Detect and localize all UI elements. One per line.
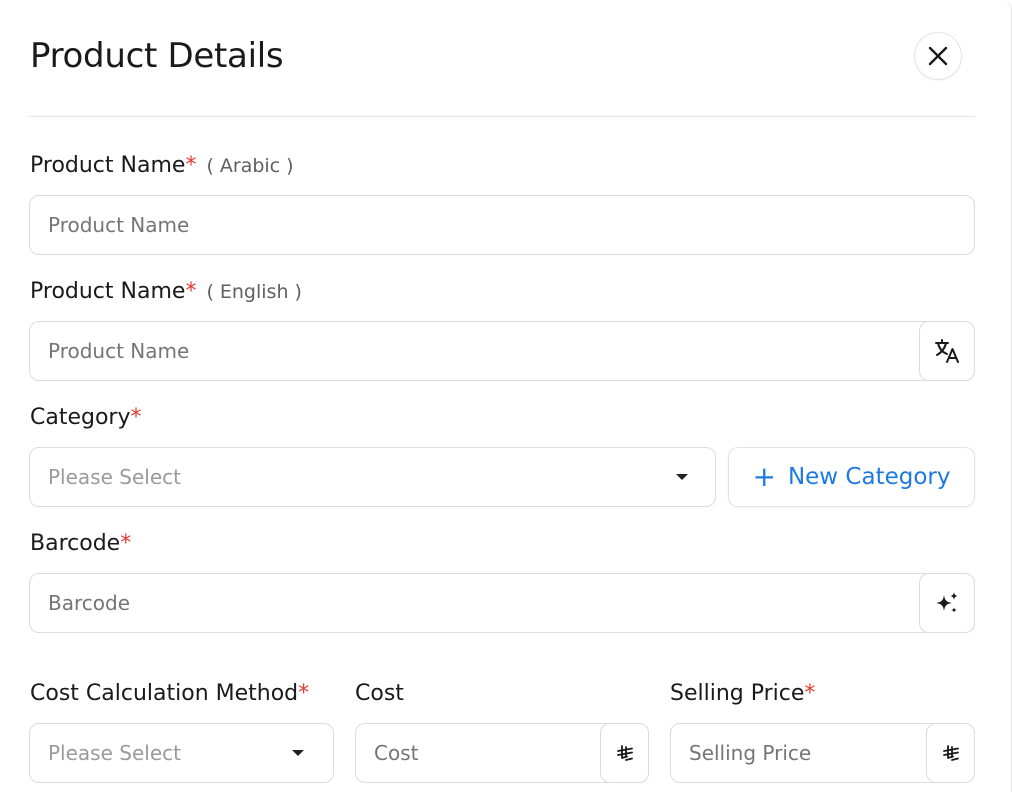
translate-icon (935, 339, 959, 363)
product-name-english-input[interactable]: Product Name (29, 321, 975, 381)
cost-input[interactable]: Cost (355, 723, 649, 783)
barcode-label: Barcode* (30, 531, 132, 556)
chevron-down-icon (292, 750, 304, 756)
translate-button[interactable] (919, 321, 975, 381)
selling-price-label: Selling Price* (670, 681, 816, 706)
selling-price-currency-suffix (926, 723, 975, 783)
product-details-panel: Product Details Product Name*( Arabic ) … (0, 0, 1012, 792)
page-title: Product Details (30, 36, 284, 76)
plus-icon: + (752, 460, 776, 493)
category-label: Category* (30, 405, 142, 430)
category-select[interactable]: Please Select (29, 447, 716, 507)
cost-currency-suffix (600, 723, 649, 783)
product-name-arabic-label: Product Name*( Arabic ) (30, 153, 294, 178)
close-icon (928, 46, 948, 66)
product-name-english-label: Product Name*( English ) (30, 279, 302, 304)
riyal-icon (616, 745, 633, 761)
cost-method-select[interactable]: Please Select (29, 723, 334, 783)
new-category-button[interactable]: + New Category (728, 447, 975, 507)
close-button[interactable] (914, 32, 962, 80)
riyal-icon (942, 745, 959, 761)
barcode-input[interactable]: Barcode (29, 573, 975, 633)
selling-price-input[interactable]: Selling Price (670, 723, 975, 783)
header-divider (29, 116, 975, 117)
product-name-arabic-input[interactable]: Product Name (29, 195, 975, 255)
chevron-down-icon (676, 474, 688, 480)
generate-barcode-button[interactable] (919, 573, 975, 633)
cost-label: Cost (355, 681, 404, 706)
sparkles-icon (936, 592, 958, 613)
cost-method-label: Cost Calculation Method* (30, 681, 310, 706)
